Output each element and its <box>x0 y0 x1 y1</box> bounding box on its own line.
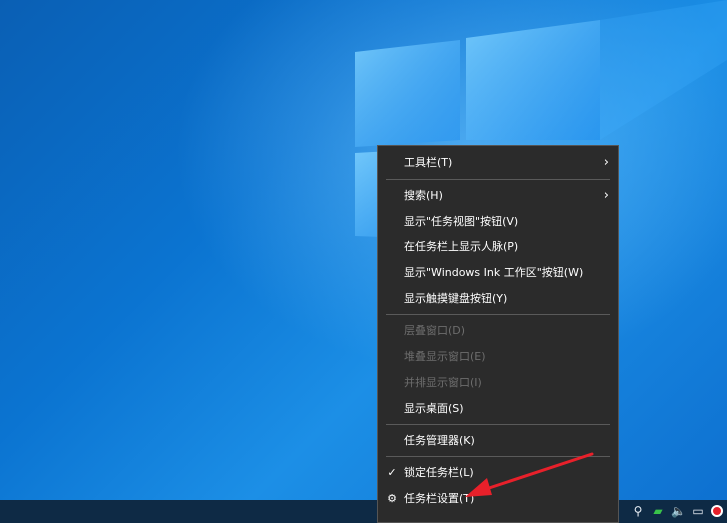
chevron-right-icon: › <box>603 155 609 170</box>
menu-item-label: 工具栏(T) <box>404 156 453 169</box>
menu-separator <box>386 456 610 457</box>
menu-item-side-by-side-windows: 并排显示窗口(I) <box>378 372 618 394</box>
menu-item-label: 锁定任务栏(L) <box>404 466 474 479</box>
menu-separator <box>386 314 610 315</box>
menu-item-stack-windows: 堆叠显示窗口(E) <box>378 346 618 368</box>
volume-icon[interactable]: 🔈 <box>671 504 686 518</box>
menu-item-label: 并排显示窗口(I) <box>404 376 482 389</box>
menu-item-lock-taskbar[interactable]: ✓ 锁定任务栏(L) <box>378 462 618 484</box>
checkmark-icon: ✓ <box>387 466 397 479</box>
menu-item-show-people[interactable]: 在任务栏上显示人脉(P) <box>378 236 618 258</box>
menu-item-label: 在任务栏上显示人脉(P) <box>404 240 519 253</box>
menu-item-label: 层叠窗口(D) <box>404 324 466 337</box>
gear-icon: ⚙ <box>387 492 397 505</box>
display-icon[interactable]: ▭ <box>691 504 705 518</box>
menu-item-label: 堆叠显示窗口(E) <box>404 350 486 363</box>
menu-item-search[interactable]: 搜索(H) › <box>378 185 618 207</box>
record-icon[interactable] <box>711 505 723 517</box>
menu-item-task-manager[interactable]: 任务管理器(K) <box>378 430 618 452</box>
menu-item-label: 显示"Windows Ink 工作区"按钮(W) <box>404 266 584 279</box>
menu-item-show-touch-keyboard-button[interactable]: 显示触摸键盘按钮(Y) <box>378 288 618 310</box>
menu-item-label: 显示"任务视图"按钮(V) <box>404 215 519 228</box>
menu-item-taskbar-settings[interactable]: ⚙ 任务栏设置(T) <box>378 488 618 510</box>
menu-item-show-windows-ink-button[interactable]: 显示"Windows Ink 工作区"按钮(W) <box>378 262 618 284</box>
menu-separator <box>386 424 610 425</box>
taskbar-context-menu: 工具栏(T) › 搜索(H) › 显示"任务视图"按钮(V) 在任务栏上显示人脉… <box>377 145 619 523</box>
chevron-right-icon: › <box>603 188 609 203</box>
menu-item-label: 任务管理器(K) <box>404 434 475 447</box>
menu-item-label: 搜索(H) <box>404 189 443 202</box>
system-tray: ⚲ ▰ 🔈 ▭ <box>631 504 723 518</box>
menu-item-label: 任务栏设置(T) <box>404 492 475 505</box>
menu-item-label: 显示触摸键盘按钮(Y) <box>404 292 508 305</box>
menu-separator <box>386 179 610 180</box>
menu-item-show-task-view-button[interactable]: 显示"任务视图"按钮(V) <box>378 211 618 233</box>
network-icon[interactable]: ⚲ <box>631 504 645 518</box>
menu-item-cascade-windows: 层叠窗口(D) <box>378 320 618 342</box>
menu-item-toolbars[interactable]: 工具栏(T) › <box>378 152 618 174</box>
nvidia-icon[interactable]: ▰ <box>651 504 665 518</box>
menu-item-label: 显示桌面(S) <box>404 402 464 415</box>
menu-item-show-desktop[interactable]: 显示桌面(S) <box>378 398 618 420</box>
